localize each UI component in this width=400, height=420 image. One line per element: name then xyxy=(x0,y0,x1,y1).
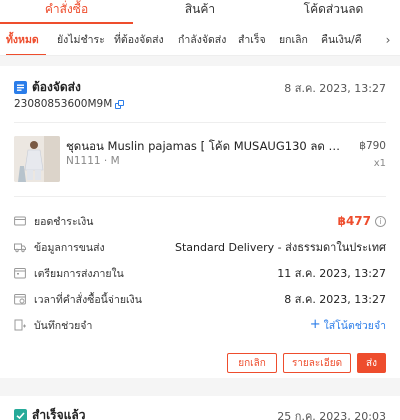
product-name: ชุดนอน Muslin pajamas [ โค้ด MUSAUG130 ล… xyxy=(66,139,346,153)
status-tab-refund[interactable]: คืนเงิน/คื xyxy=(321,24,365,55)
payment-label: ยอดชำระเงิน xyxy=(34,215,94,228)
ship-by-date: 11 ส.ค. 2023, 13:27 xyxy=(277,267,386,280)
check-box-icon xyxy=(14,409,27,420)
product-price: ฿790 xyxy=(359,140,386,152)
ship-by-label: เตรียมการส่งภายใน xyxy=(34,267,124,280)
status-tab-to-ship[interactable]: ที่ต้องจัดส่ง xyxy=(114,24,167,55)
chevron-right-icon[interactable]: › xyxy=(376,24,400,55)
paid-time-value: 8 ส.ค. 2023, 13:27 xyxy=(284,293,386,306)
payment-amount: ฿477 xyxy=(337,214,371,228)
payment-row: ยอดชำระเงิน ฿477 i xyxy=(14,211,386,231)
ship-by-row: เตรียมการส่งภายใน 11 ส.ค. 2023, 13:27 xyxy=(14,263,386,283)
top-tabs: คำสั่งซื้อ สินค้า โค้ดส่วนลด xyxy=(0,0,400,24)
note-label: บันทึกช่วยจำ xyxy=(34,319,93,332)
status-tab-shipping[interactable]: กำลังจัดส่ง xyxy=(178,24,227,55)
calendar-icon xyxy=(14,267,26,279)
status-tab-completed-label: สำเร็จ xyxy=(238,34,266,46)
order-id[interactable]: 23080853600M9M xyxy=(14,98,125,110)
info-icon[interactable]: i xyxy=(375,215,386,227)
order-card[interactable]: ต้องจัดส่ง 8 ส.ค. 2023, 13:27 2308085360… xyxy=(0,66,400,378)
product-variant: N1111 · M xyxy=(66,155,120,167)
tab-discount-codes[interactable]: โค้ดส่วนลด xyxy=(267,0,400,24)
cancel-button[interactable]: ยกเลิก xyxy=(227,353,277,373)
order-card[interactable]: สำเร็จแล้ว 25 ก.ค. 2023, 20:03 xyxy=(0,396,400,420)
payment-icon xyxy=(14,215,26,227)
note-row: บันทึกช่วยจำ + ใส่โน้ตช่วยจำ xyxy=(14,315,386,335)
order-header: ต้องจัดส่ง 8 ส.ค. 2023, 13:27 xyxy=(14,78,386,97)
add-note-link[interactable]: + ใส่โน้ตช่วยจำ xyxy=(310,317,386,334)
order-actions: ยกเลิก รายละเอียด ส่ง xyxy=(227,353,386,373)
note-icon xyxy=(14,319,26,331)
divider xyxy=(14,196,386,197)
ship-button[interactable]: ส่ง xyxy=(357,353,386,373)
order-date: 25 ก.ค. 2023, 20:03 xyxy=(277,409,386,420)
tab-orders[interactable]: คำสั่งซื้อ xyxy=(0,0,133,24)
order-status: ต้องจัดส่ง xyxy=(32,80,81,94)
order-id-text: 23080853600M9M xyxy=(14,98,113,110)
status-tab-cancelled[interactable]: ยกเลิก xyxy=(279,24,310,55)
tab-orders-label: คำสั่งซื้อ xyxy=(44,2,89,16)
status-tab-completed[interactable]: สำเร็จ xyxy=(238,24,268,55)
status-tab-refund-label: คืนเงิน/คื xyxy=(321,34,362,46)
product-item[interactable]: ชุดนอน Muslin pajamas [ โค้ด MUSAUG130 ล… xyxy=(14,136,386,182)
details-button[interactable]: รายละเอียด xyxy=(283,353,351,373)
copy-icon[interactable] xyxy=(115,99,125,109)
paid-time-label: เวลาที่คำสั่งซื้อนี้จ่ายเงิน xyxy=(34,293,142,306)
status-tab-all-label: ทั้งหมด xyxy=(6,34,39,46)
product-thumbnail xyxy=(14,136,60,182)
tab-products[interactable]: สินค้า xyxy=(133,0,267,24)
shipping-label: ข้อมูลการขนส่ง xyxy=(34,241,105,254)
truck-icon xyxy=(14,241,26,253)
tab-discount-codes-label: โค้ดส่วนลด xyxy=(303,2,364,16)
status-tabs: ทั้งหมด ยังไม่ชำระ ที่ต้องจัดส่ง กำลังจั… xyxy=(0,24,400,56)
paid-time-icon xyxy=(14,293,26,305)
status-tab-shipping-label: กำลังจัดส่ง xyxy=(178,34,227,46)
order-date: 8 ส.ค. 2023, 13:27 xyxy=(284,81,386,95)
paid-time-row: เวลาที่คำสั่งซื้อนี้จ่ายเงิน 8 ส.ค. 2023… xyxy=(14,289,386,309)
status-tab-unpaid[interactable]: ยังไม่ชำระ xyxy=(57,24,105,55)
shipping-method: Standard Delivery - ส่งธรรมดาในประเทศ xyxy=(174,241,386,254)
status-tab-unpaid-label: ยังไม่ชำระ xyxy=(57,34,105,46)
status-tab-to-ship-label: ที่ต้องจัดส่ง xyxy=(114,34,164,46)
shipping-row: ข้อมูลการขนส่ง Standard Delivery - ส่งธร… xyxy=(14,237,386,257)
shipping-box-icon xyxy=(14,81,27,94)
order-header: สำเร็จแล้ว 25 ก.ค. 2023, 20:03 xyxy=(14,406,386,420)
order-status: สำเร็จแล้ว xyxy=(32,408,86,420)
product-quantity: x1 xyxy=(373,158,386,169)
status-tab-all[interactable]: ทั้งหมด xyxy=(6,24,46,55)
divider xyxy=(14,122,386,123)
active-status-underline xyxy=(6,53,46,55)
status-tab-cancelled-label: ยกเลิก xyxy=(279,34,308,46)
plus-icon: + xyxy=(309,317,321,332)
tab-products-label: สินค้า xyxy=(184,2,216,16)
add-note-label: ใส่โน้ตช่วยจำ xyxy=(323,319,386,332)
